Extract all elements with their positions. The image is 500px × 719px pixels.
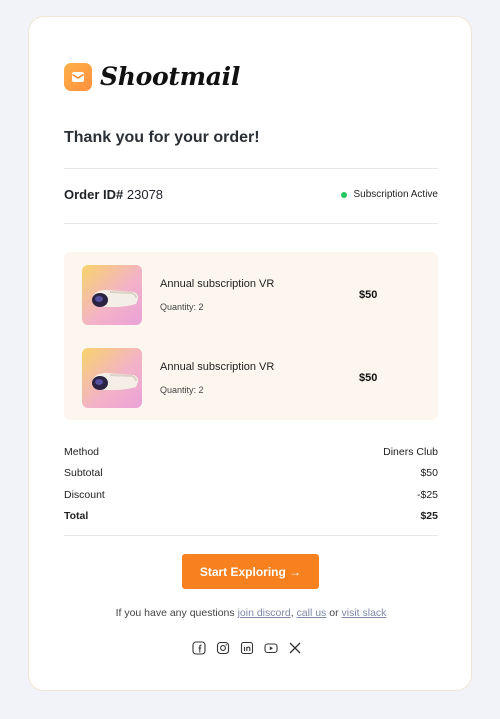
item-price: $50 <box>359 372 378 384</box>
status-text: Subscription Active <box>353 189 439 200</box>
page-title: Thank you for your order! <box>64 129 260 146</box>
order-items: Annual subscription VR Quantity: 2 $50 A… <box>64 252 438 420</box>
help-separator: , <box>290 607 294 619</box>
summary-row-total: Total $25 <box>64 506 438 528</box>
status-badge: Subscription Active <box>340 189 439 200</box>
linkedin-icon[interactable] <box>240 641 254 655</box>
help-text: If you have any questions join discord, … <box>64 607 438 619</box>
order-header: Order ID# 23078 Subscription Active <box>64 187 438 202</box>
summary-row-discount: Discount -$25 <box>64 484 438 506</box>
item-price: $50 <box>359 289 378 301</box>
x-icon[interactable] <box>288 641 302 655</box>
brand-name: Shootmail <box>100 62 241 91</box>
order-id-value: 23078 <box>126 187 164 202</box>
divider <box>64 535 438 536</box>
item-name: Annual subscription VR <box>160 361 275 373</box>
facebook-icon[interactable] <box>192 641 206 655</box>
item-quantity: Quantity: 2 <box>160 385 204 395</box>
envelope-logo-icon <box>64 62 92 91</box>
social-links <box>192 641 302 655</box>
divider <box>64 223 438 224</box>
summary-row-method: Method Diners Club <box>64 441 438 463</box>
help-prefix: If you have any questions <box>115 607 235 619</box>
order-id: Order ID# 23078 <box>64 187 163 202</box>
order-item: Annual subscription VR Quantity: 2 $50 <box>82 348 422 408</box>
summary-row-subtotal: Subtotal $50 <box>64 463 438 485</box>
summary-label: Discount <box>64 488 105 501</box>
summary-value: -$25 <box>416 488 438 501</box>
help-separator: or <box>329 607 339 619</box>
divider <box>64 168 438 169</box>
start-exploring-button[interactable]: Start Exploring → <box>182 554 319 589</box>
brand[interactable]: Shootmail <box>64 62 240 91</box>
vr-headset-image <box>82 265 142 325</box>
summary-label: Method <box>64 445 100 458</box>
order-id-label: Order ID# <box>64 187 124 202</box>
status-dot-icon <box>340 191 347 198</box>
item-name: Annual subscription VR <box>160 278 275 290</box>
order-item: Annual subscription VR Quantity: 2 $50 <box>82 265 422 325</box>
youtube-icon[interactable] <box>264 641 278 655</box>
order-summary: Method Diners Club Subtotal $50 Discount… <box>64 441 438 527</box>
summary-value: Diners Club <box>383 445 438 458</box>
item-quantity: Quantity: 2 <box>160 302 204 312</box>
summary-value: $50 <box>420 467 438 480</box>
summary-label: Subtotal <box>64 467 103 480</box>
order-confirmation-card: Shootmail Thank you for your order! Orde… <box>28 16 472 691</box>
instagram-icon[interactable] <box>216 641 230 655</box>
vr-headset-image <box>82 348 142 408</box>
call-us-link[interactable]: call us <box>297 607 327 619</box>
summary-value: $25 <box>420 510 438 523</box>
visit-slack-link[interactable]: visit slack <box>342 607 387 619</box>
join-discord-link[interactable]: join discord <box>238 607 291 619</box>
summary-label: Total <box>64 510 89 523</box>
